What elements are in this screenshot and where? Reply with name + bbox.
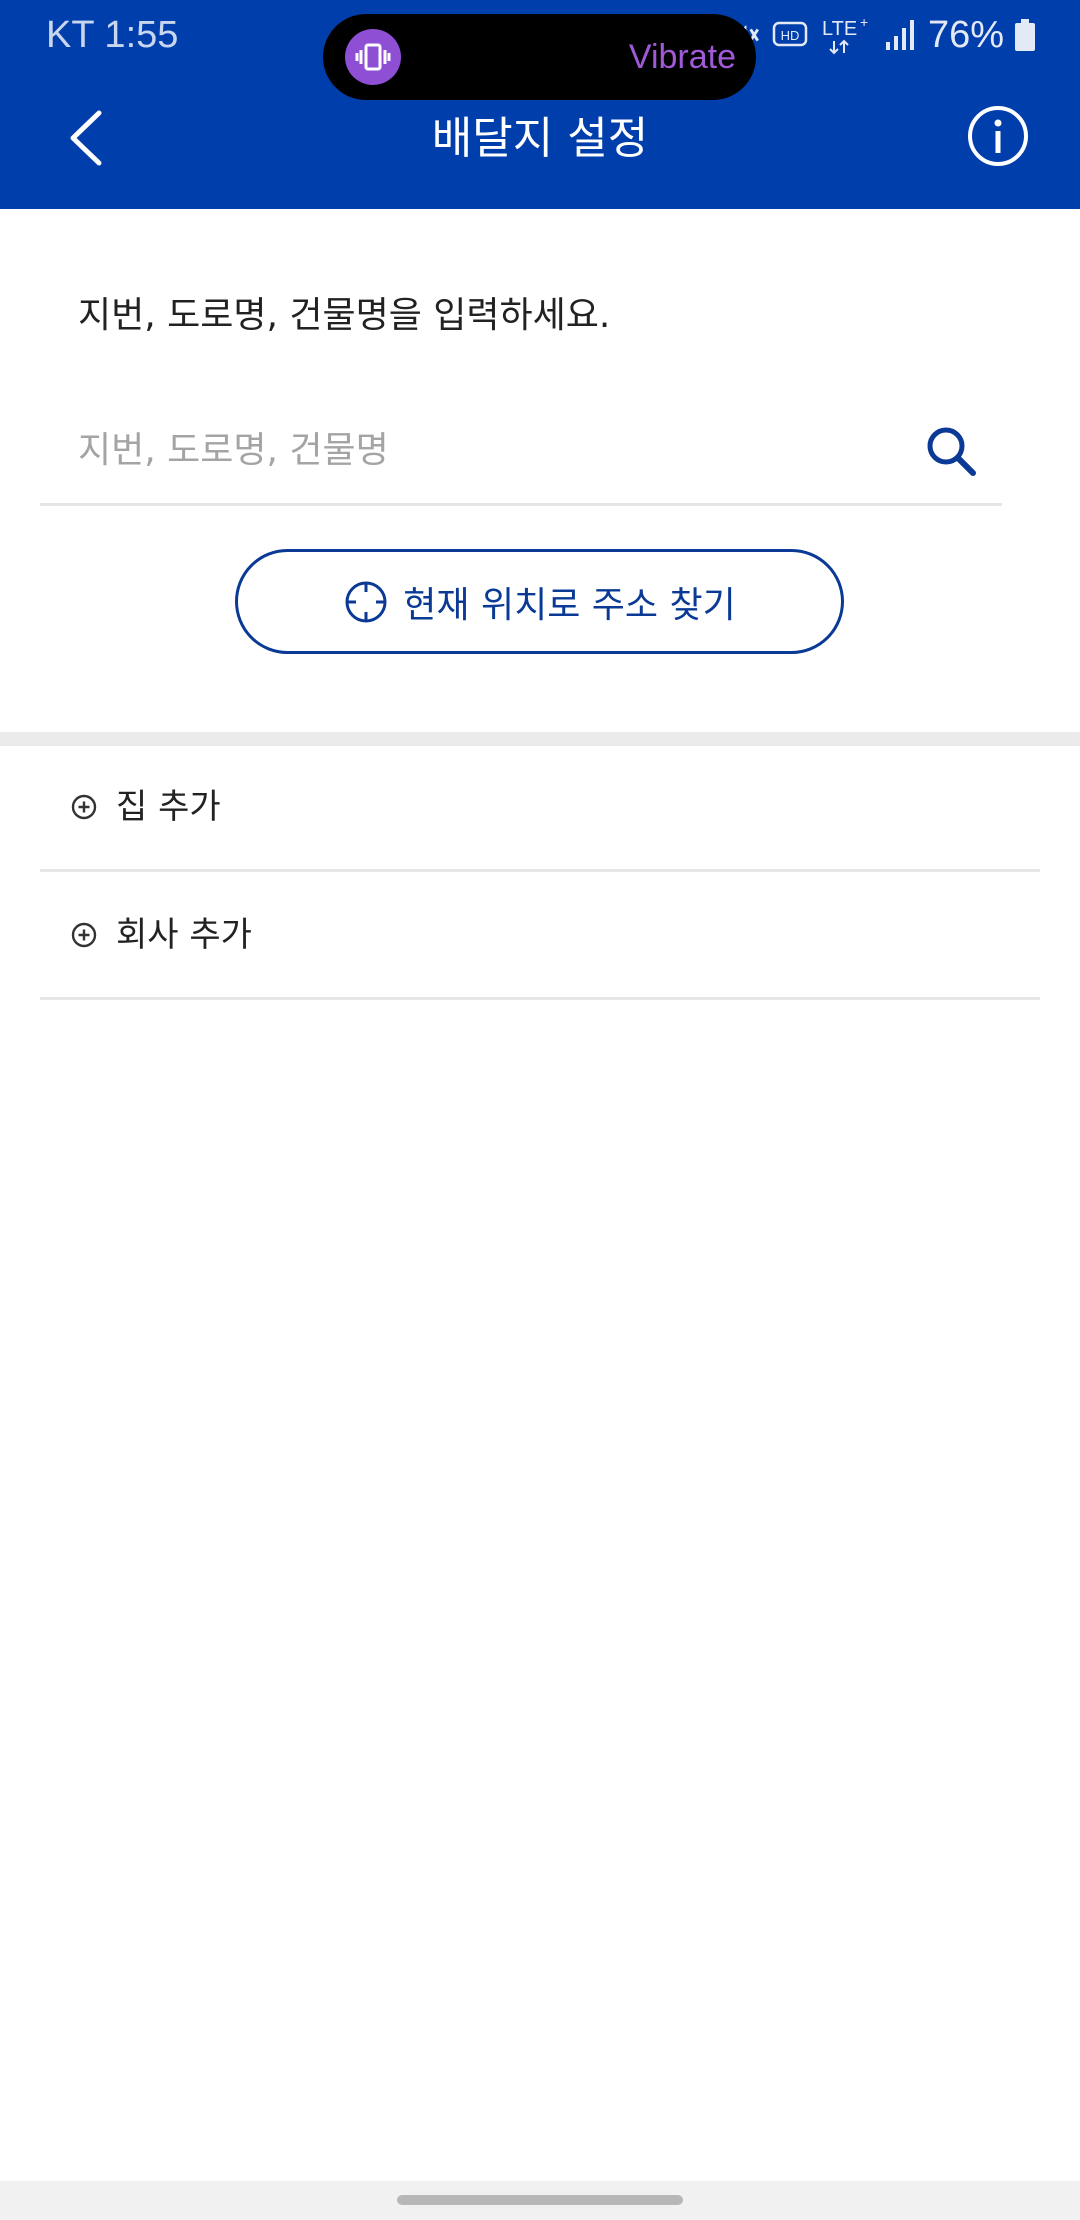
current-location-button[interactable]: 현재 위치로 주소 찾기 (235, 549, 844, 654)
add-home-label: 집 추가 (116, 786, 221, 827)
address-search-input[interactable] (78, 420, 858, 480)
svg-text:LTE: LTE (822, 18, 857, 40)
info-button[interactable] (966, 104, 1030, 168)
svg-text:HD: HD (781, 28, 800, 43)
signal-icon (884, 18, 918, 52)
plus-circle-icon (71, 794, 97, 819)
search-instruction: 지번, 도로명, 건물명을 입력하세요. (78, 295, 611, 336)
add-office-item[interactable]: 회사 추가 (40, 872, 1040, 1000)
home-indicator[interactable] (397, 2195, 683, 2205)
app-header: KT 1:55 HD LTE + 76% Vibrate 배달지 설정 (0, 0, 1080, 209)
status-icons: HD LTE + 76% (728, 10, 1036, 60)
search-button[interactable] (916, 416, 986, 486)
vibrate-icon (345, 29, 401, 85)
crosshair-icon (345, 581, 387, 622)
battery-icon (1014, 18, 1036, 52)
plus-circle-icon (71, 922, 97, 947)
add-office-label: 회사 추가 (116, 914, 252, 955)
lte-icon: LTE + (820, 13, 874, 57)
gesture-nav-bar (0, 2181, 1080, 2220)
svg-text:+: + (860, 14, 868, 30)
hd-icon: HD (772, 20, 810, 50)
vibrate-notification[interactable]: Vibrate (323, 14, 756, 100)
add-home-item[interactable]: 집 추가 (40, 744, 1040, 872)
battery-percent: 76% (927, 14, 1004, 56)
page-title: 배달지 설정 (431, 113, 649, 164)
search-icon (927, 427, 976, 476)
vibrate-label: Vibrate (628, 38, 736, 76)
status-time: KT 1:55 (46, 14, 179, 56)
info-icon (968, 106, 1028, 166)
address-search-bar (40, 404, 1002, 506)
current-location-label: 현재 위치로 주소 찾기 (403, 584, 736, 626)
address-settings-screen: KT 1:55 HD LTE + 76% Vibrate 배달지 설정 지번, … (0, 0, 1080, 2220)
